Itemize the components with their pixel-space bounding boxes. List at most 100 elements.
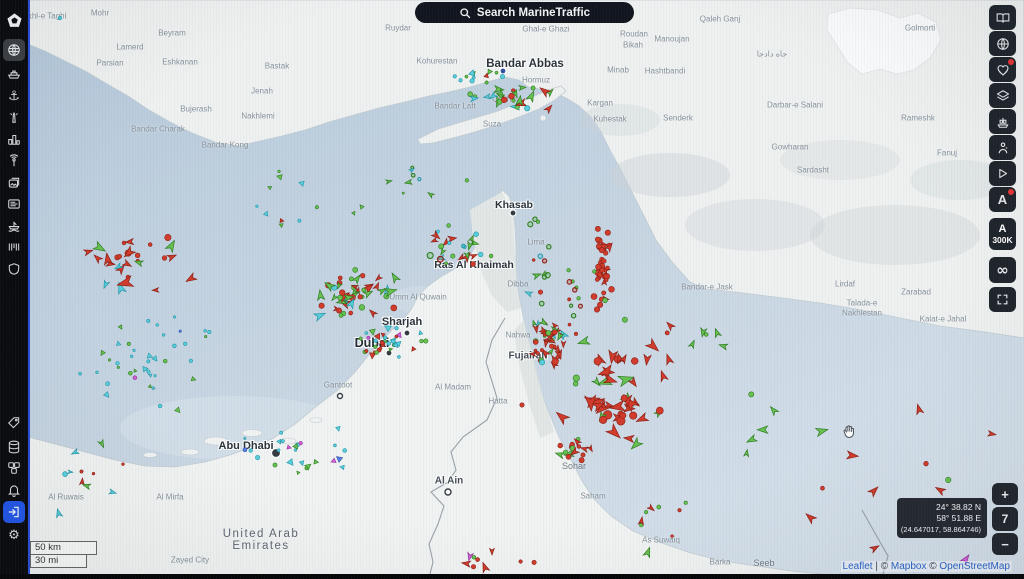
attribution: Leaflet | © Mapbox © OpenStreetMap — [841, 561, 1012, 572]
map-canvas[interactable]: Nakhl-e TaghiMohrBeyramLamerdParsianEshk… — [0, 0, 1024, 574]
scale-mi: 30 mi — [30, 555, 87, 568]
vessel-marker — [179, 330, 182, 333]
vessel-marker — [84, 248, 94, 256]
vessel-marker — [106, 382, 110, 386]
tag-icon[interactable] — [3, 412, 25, 434]
play-icon[interactable] — [989, 161, 1016, 186]
vessel-marker — [191, 377, 196, 382]
fleet-filter-icon[interactable] — [989, 109, 1016, 134]
layers-icon[interactable] — [989, 83, 1016, 108]
settings-gear-icon[interactable]: ⚙ — [3, 524, 25, 546]
vessel-marker — [606, 266, 610, 270]
vessel-marker — [601, 290, 607, 296]
vessel-marker — [314, 310, 327, 321]
vessel-marker — [248, 448, 253, 453]
login-icon[interactable] — [3, 501, 25, 523]
vessel-marker — [804, 511, 817, 523]
vessel-marker — [360, 273, 366, 279]
voyage-ship-icon[interactable] — [3, 215, 25, 237]
fleets-dice-icon[interactable] — [3, 457, 25, 479]
vessel-marker — [689, 339, 697, 348]
favorites-heart-icon[interactable] — [989, 57, 1016, 82]
vessel-marker — [538, 290, 543, 295]
zoom-out-button[interactable]: − — [992, 533, 1018, 555]
vessel-marker — [539, 301, 545, 307]
vessel-marker — [68, 470, 73, 474]
vessel-marker — [870, 543, 881, 553]
vessel-marker — [352, 267, 359, 274]
data-barcode-icon[interactable] — [3, 236, 25, 258]
openstreetmap-link[interactable]: OpenStreetMap — [939, 561, 1010, 572]
coordinate-lat: 24° 38.82 N — [897, 502, 981, 513]
vessel-marker — [464, 74, 468, 78]
notifications-bell-icon[interactable] — [3, 479, 25, 501]
stations-antenna-icon[interactable] — [3, 150, 25, 172]
vessel-marker — [369, 329, 376, 336]
vessel-marker — [605, 230, 611, 236]
vessel-marker — [988, 431, 997, 438]
vessel-marker — [580, 445, 588, 452]
vessel-marker — [601, 258, 606, 263]
vessel-marker — [127, 342, 131, 346]
vessel-marker — [665, 320, 675, 330]
vessel-marker — [561, 341, 566, 347]
vessel-marker — [305, 467, 308, 470]
port-facilities-icon[interactable] — [3, 128, 25, 150]
vessel-marker — [489, 253, 494, 258]
vessel-marker — [108, 358, 111, 361]
vessel-marker — [204, 329, 207, 332]
vessel-marker — [538, 85, 550, 97]
city-marker — [510, 210, 516, 216]
vessel-marker — [151, 386, 155, 390]
vessel-marker — [164, 233, 173, 242]
guide-book-icon[interactable] — [989, 5, 1016, 30]
vessel-marker — [518, 559, 523, 564]
protect-shield-icon[interactable] — [3, 258, 25, 280]
search-bar[interactable]: Search MarineTraffic — [415, 2, 634, 23]
vessel-marker — [92, 472, 96, 476]
bottom-bezel — [0, 574, 1024, 579]
zoom-in-button[interactable]: + — [992, 483, 1018, 505]
vessel-markers-layer[interactable] — [0, 0, 1024, 574]
vessel-marker — [122, 241, 127, 246]
vessel-marker — [122, 246, 136, 260]
person-icon[interactable] — [989, 135, 1016, 160]
vessel-marker — [644, 510, 649, 515]
vessel-marker — [656, 504, 662, 510]
ports-anchor-icon[interactable]: ⚓ — [3, 85, 25, 107]
database-icon[interactable] — [3, 436, 25, 458]
nav-aids-icon[interactable]: A — [989, 187, 1016, 212]
mapbox-link[interactable]: Mapbox — [891, 561, 927, 572]
fullscreen-icon[interactable] — [989, 287, 1016, 312]
vessel-marker — [531, 559, 537, 565]
vessel-marker — [383, 323, 391, 332]
vessel-marker — [263, 210, 269, 216]
map-globe-icon[interactable] — [3, 39, 25, 61]
vessel-count-indicator[interactable]: A 300K — [989, 218, 1016, 250]
vessel-marker — [554, 409, 570, 424]
vessels-icon[interactable] — [3, 63, 25, 85]
vessel-marker — [484, 80, 489, 85]
vessel-marker — [109, 489, 117, 495]
lights-icon[interactable] — [3, 106, 25, 128]
photos-icon[interactable] — [3, 172, 25, 194]
vessel-marker — [367, 336, 371, 340]
vessel-marker — [578, 304, 583, 309]
globe-icon[interactable] — [989, 31, 1016, 56]
news-card-icon[interactable] — [3, 193, 25, 215]
vessel-marker — [173, 315, 176, 318]
sidebar-divider — [28, 0, 30, 579]
main-sidebar: ⚓ — [0, 0, 28, 579]
vessel-marker — [531, 320, 536, 326]
vessel-marker — [148, 385, 152, 389]
vessel-marker — [623, 434, 634, 442]
leaflet-link[interactable]: Leaflet — [843, 561, 873, 572]
vessel-marker — [156, 323, 159, 326]
vessel-marker — [364, 331, 368, 335]
zoom-level: 7 — [992, 507, 1018, 531]
vessel-marker — [446, 223, 451, 228]
vessel-marker — [684, 501, 688, 505]
infinity-icon[interactable]: ∞ — [989, 257, 1016, 283]
marinetraffic-logo[interactable] — [3, 9, 25, 31]
city-marker — [386, 350, 392, 356]
